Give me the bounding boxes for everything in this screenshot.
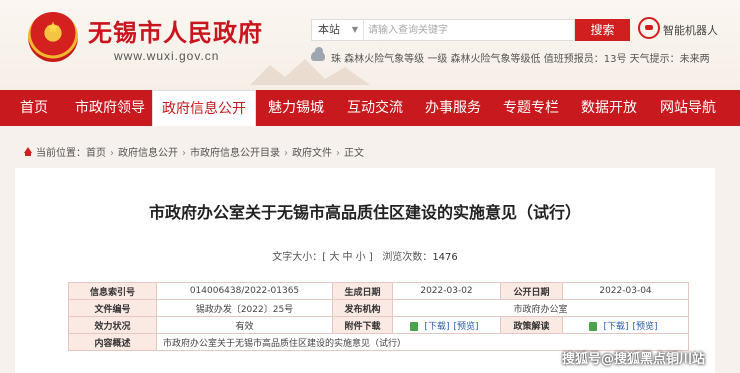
table-row: 信息索引号 014006438/2022-01365 生成日期 2022-03-… xyxy=(68,282,689,300)
breadcrumb-link-documents[interactable]: 政府文件 xyxy=(292,148,332,159)
table-label: 附件下载 xyxy=(332,316,393,334)
search-scope-select[interactable]: 本站 ▼ xyxy=(312,20,364,40)
table-label: 生成日期 xyxy=(332,282,393,300)
nav-item-city-charm[interactable]: 魅力锡城 xyxy=(256,90,336,126)
table-label: 政策解读 xyxy=(500,316,563,334)
nav-item-site-map[interactable]: 网站导航 xyxy=(648,90,728,126)
site-title[interactable]: 无锡市人民政府 xyxy=(88,13,263,48)
article-title: 市政府办公室关于无锡市高品质住区建设的实施意见（试行） xyxy=(148,203,581,222)
font-size-control[interactable]: 文字大小：[ 大 中 小 ] xyxy=(272,252,373,263)
table-label: 内容概述 xyxy=(68,333,157,351)
table-label: 公开日期 xyxy=(500,282,563,300)
nav-item-topics[interactable]: 专题专栏 xyxy=(492,90,570,126)
watermark: 搜狐号@搜狐黑点铜川站 xyxy=(562,352,706,367)
chevron-down-icon: ▼ xyxy=(351,25,358,34)
table-label: 文件编号 xyxy=(68,299,157,317)
breadcrumb: 当前位置：首页 › 政府信息公开 › 市政府信息公开目录 › 政府文件 › 正文 xyxy=(23,144,364,159)
cloud-icon xyxy=(311,47,325,61)
weather-text: 珠 森林火险气象等级 一级 森林火险气象等级低 值班预报员：13号 天气提示：未… xyxy=(331,54,710,65)
search-button[interactable]: 搜索 xyxy=(575,19,630,41)
breadcrumb-separator: › xyxy=(110,148,114,159)
policy-interpretation-cell: [下载] [预览] xyxy=(562,316,689,334)
nav-item-info-disclosure[interactable]: 政府信息公开 xyxy=(152,90,256,126)
file-icon xyxy=(589,321,598,331)
views-count: 1476 xyxy=(432,252,458,263)
national-emblem-icon: ★ xyxy=(28,12,78,62)
breadcrumb-separator: › xyxy=(336,148,340,159)
table-value: 有效 xyxy=(156,316,333,334)
article-meta: 文字大小：[ 大 中 小 ] 浏览次数：1476 xyxy=(15,248,715,263)
attachment-preview-link[interactable]: [预览] xyxy=(454,322,479,332)
nav-item-services[interactable]: 办事服务 xyxy=(414,90,492,126)
nav-item-leaders[interactable]: 市政府领导 xyxy=(68,90,152,126)
attachment-cell: [下载] [预览] xyxy=(392,316,501,334)
table-value: 014006438/2022-01365 xyxy=(156,282,333,300)
breadcrumb-prefix: 当前位置： xyxy=(36,148,86,159)
main-nav: 首页 市政府领导 政府信息公开 魅力锡城 互动交流 办事服务 专题专栏 数据开放… xyxy=(0,90,740,126)
breadcrumb-link-home[interactable]: 首页 xyxy=(86,148,106,159)
table-value: 锡政办发〔2022〕25号 xyxy=(156,299,333,317)
table-value: 2022-03-02 xyxy=(392,282,501,300)
interpretation-download-link[interactable]: [下载] xyxy=(603,322,628,332)
table-label: 发布机构 xyxy=(332,299,393,317)
nav-item-home[interactable]: 首页 xyxy=(0,90,68,126)
article-card: 市政府办公室关于无锡市高品质住区建设的实施意见（试行） 文字大小：[ 大 中 小… xyxy=(15,168,715,373)
site-url: www.wuxi.gov.cn xyxy=(114,49,220,63)
nav-item-open-data[interactable]: 数据开放 xyxy=(570,90,648,126)
table-row: 效力状况 有效 附件下载 [下载] [预览] 政策解读 [下载] [预览] xyxy=(68,316,689,334)
document-info-table: 信息索引号 014006438/2022-01365 生成日期 2022-03-… xyxy=(68,282,689,351)
robot-link[interactable]: 智能机器人 xyxy=(663,22,718,38)
table-label: 效力状况 xyxy=(68,316,157,334)
breadcrumb-separator: › xyxy=(284,148,288,159)
views-label: 浏览次数： xyxy=(382,252,433,263)
robot-icon[interactable] xyxy=(638,17,660,39)
interpretation-preview-link[interactable]: [预览] xyxy=(633,322,658,332)
table-value: 市政府办公室 xyxy=(392,299,689,317)
attachment-download-link[interactable]: [下载] xyxy=(424,322,449,332)
search-scope-label: 本站 xyxy=(318,23,340,36)
breadcrumb-link-catalog[interactable]: 市政府信息公开目录 xyxy=(190,148,280,159)
search-box: 本站 ▼ xyxy=(311,19,575,41)
breadcrumb-current: 正文 xyxy=(344,148,364,159)
search-input[interactable] xyxy=(368,20,568,40)
nav-item-interaction[interactable]: 互动交流 xyxy=(336,90,414,126)
breadcrumb-separator: › xyxy=(182,148,186,159)
table-value: 2022-03-04 xyxy=(562,282,689,300)
site-header: ★ 无锡市人民政府 www.wuxi.gov.cn 本站 ▼ 搜索 智能机器人 … xyxy=(0,0,740,90)
home-icon xyxy=(23,147,33,157)
table-row: 文件编号 锡政办发〔2022〕25号 发布机构 市政府办公室 xyxy=(68,299,689,317)
file-icon xyxy=(410,321,419,331)
breadcrumb-link-info[interactable]: 政府信息公开 xyxy=(118,148,178,159)
table-label: 信息索引号 xyxy=(68,282,157,300)
